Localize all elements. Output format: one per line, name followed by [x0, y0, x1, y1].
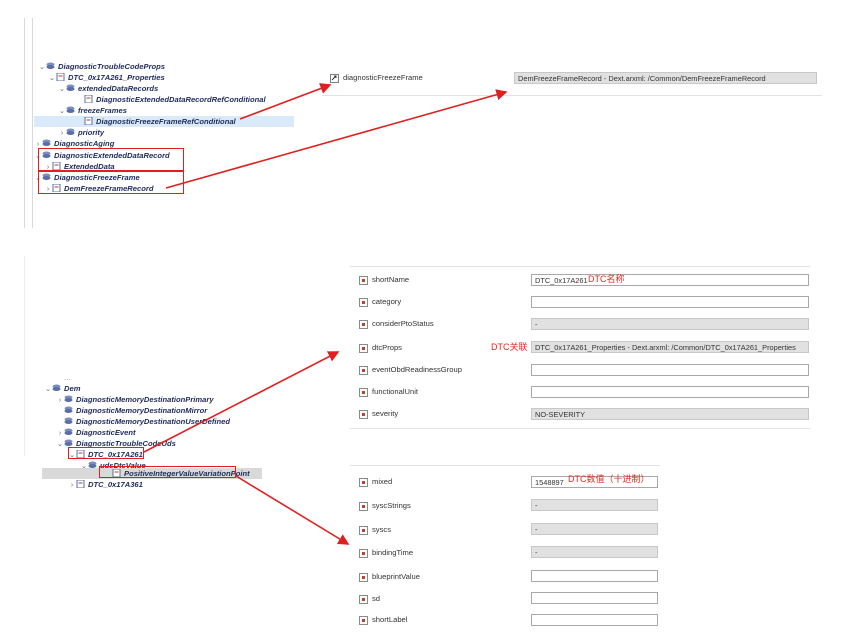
arrow-dtc-value	[235, 475, 350, 545]
arrow-freeze-frame-ref	[239, 83, 332, 120]
arrow-dtc-props	[143, 351, 340, 453]
annotation-arrows	[143, 83, 508, 545]
arrow-freeze-frame-record	[165, 89, 508, 189]
